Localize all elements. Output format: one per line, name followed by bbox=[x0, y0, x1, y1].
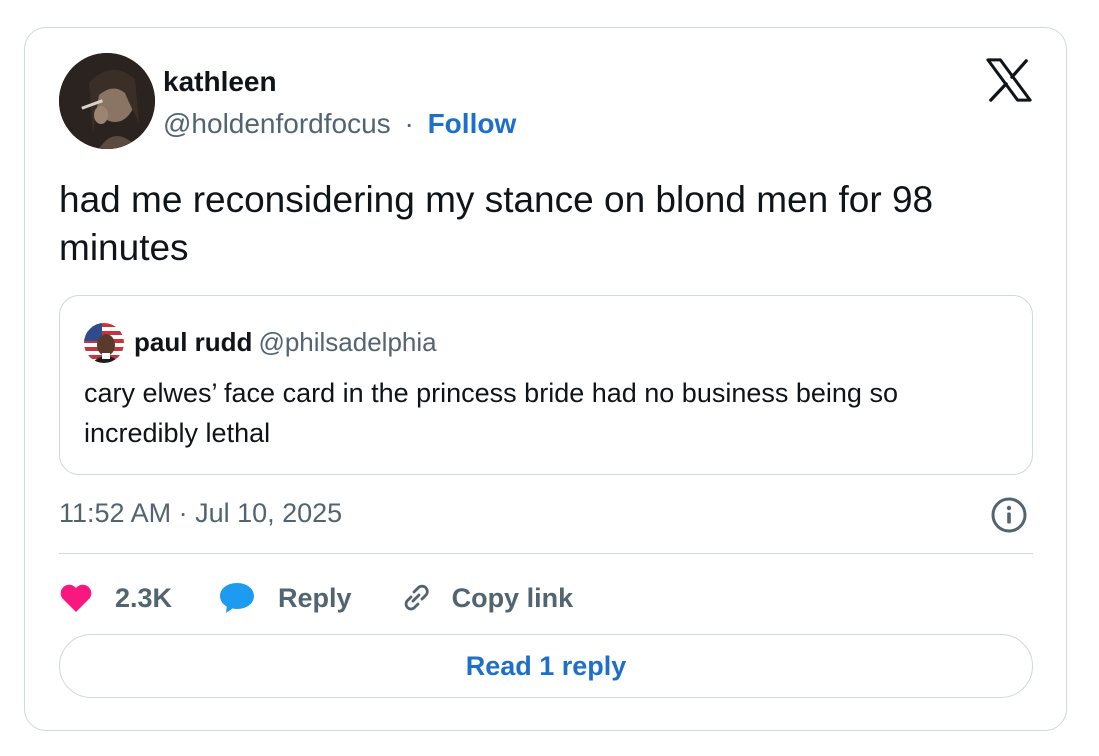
tweet-card: kathleen @holdenfordfocus · Follow had m… bbox=[24, 27, 1067, 731]
author-avatar[interactable] bbox=[59, 53, 155, 149]
follow-button[interactable]: Follow bbox=[428, 108, 517, 139]
author-handle[interactable]: @holdenfordfocus bbox=[163, 108, 391, 139]
quoted-tweet[interactable]: paul rudd @philsadelphia cary elwes’ face… bbox=[59, 295, 1033, 475]
link-icon bbox=[404, 584, 429, 611]
quoted-avatar-image bbox=[84, 323, 124, 363]
like-count: 2.3K bbox=[115, 582, 173, 613]
separator-dot: · bbox=[404, 108, 414, 139]
action-bar: 2.3K Reply Copy link bbox=[59, 578, 619, 618]
info-icon[interactable] bbox=[990, 496, 1028, 534]
author-name[interactable]: kathleen bbox=[163, 66, 277, 98]
like-button[interactable]: 2.3K bbox=[59, 583, 172, 614]
reply-button[interactable]: Reply bbox=[218, 581, 352, 615]
author-avatar-image bbox=[59, 53, 155, 149]
quoted-author-handle[interactable]: @philsadelphia bbox=[258, 327, 436, 357]
quoted-author-row: paul rudd @philsadelphia bbox=[134, 327, 437, 358]
copy-link-button[interactable]: Copy link bbox=[398, 580, 574, 616]
quoted-text: cary elwes’ face card in the princess br… bbox=[84, 378, 898, 448]
heart-icon bbox=[60, 584, 92, 612]
read-replies-button[interactable]: Read 1 reply bbox=[59, 634, 1033, 698]
x-logo-icon[interactable] bbox=[986, 58, 1032, 102]
speech-bubble-icon bbox=[220, 583, 255, 613]
copy-link-label: Copy link bbox=[451, 582, 574, 613]
tweet-timestamp[interactable]: 11:52 AM · Jul 10, 2025 bbox=[59, 498, 342, 529]
author-handle-row: @holdenfordfocus · Follow bbox=[163, 108, 516, 140]
quoted-avatar[interactable] bbox=[84, 323, 124, 363]
divider bbox=[59, 553, 1033, 554]
reply-label: Reply bbox=[278, 582, 352, 613]
quoted-author-name[interactable]: paul rudd bbox=[134, 327, 252, 357]
tweet-text: had me reconsidering my stance on blond … bbox=[59, 179, 934, 268]
